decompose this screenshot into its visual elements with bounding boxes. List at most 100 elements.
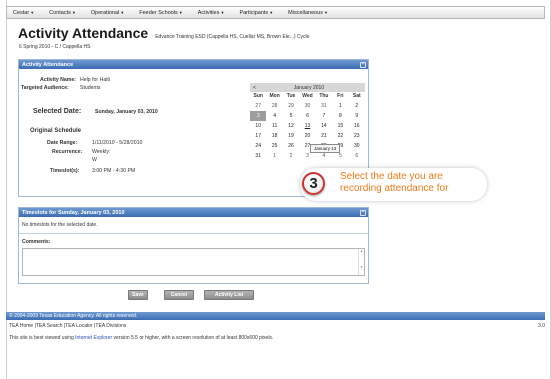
day-of-week-label: Wed bbox=[302, 93, 313, 99]
chevron-down-icon: ▼ bbox=[324, 9, 328, 15]
textarea-scrollbar[interactable]: ▲ ▼ bbox=[358, 249, 364, 275]
calendar-day[interactable]: 17 bbox=[250, 131, 266, 141]
day-of-week-label: Fri bbox=[337, 93, 344, 99]
calendar-day[interactable]: 18 bbox=[266, 131, 282, 141]
nav-label: Feeder Schools bbox=[139, 9, 178, 16]
calendar-day[interactable]: 28 bbox=[266, 101, 282, 111]
callout-text: Select the date you are recording attend… bbox=[340, 171, 449, 194]
calendar-day[interactable]: 22 bbox=[332, 131, 348, 141]
activity-name-value: Help for Haiti bbox=[80, 77, 110, 83]
chevron-down-icon: ▼ bbox=[71, 9, 76, 15]
nav-label: Miscellaneous bbox=[288, 9, 324, 16]
calendar-day[interactable]: 19 bbox=[283, 131, 299, 141]
calendar-day[interactable]: 25 bbox=[266, 141, 282, 151]
calendar-day[interactable]: 31 bbox=[316, 101, 332, 111]
calendar-day[interactable]: 9 bbox=[349, 111, 365, 121]
collapse-icon[interactable]: ⌃ bbox=[360, 61, 366, 68]
comments-textarea[interactable]: ▲ ▼ bbox=[22, 248, 365, 276]
selected-date-value: Sunday, January 03, 2010 bbox=[95, 109, 158, 115]
nav-item-cestar[interactable]: Cestar▼ bbox=[13, 10, 34, 16]
nav-item-contacts[interactable]: Contacts▼ bbox=[49, 10, 76, 16]
date-range-value: 1/11/2010 - 5/28/2010 bbox=[92, 140, 143, 146]
calendar-day[interactable]: 11 bbox=[266, 121, 282, 131]
title-row: Activity Attendance Edvance Training ESD… bbox=[18, 25, 309, 41]
calendar-day[interactable]: 2 bbox=[349, 101, 365, 111]
calendar-day-hovered[interactable]: 13 bbox=[299, 121, 315, 131]
panel-title: Activity Attendance bbox=[22, 61, 74, 68]
timeslots-value: 3:00 PM - 4:30 PM bbox=[92, 168, 136, 174]
collapse-icon[interactable]: ⌃ bbox=[360, 209, 366, 216]
calendar-day[interactable]: 27 bbox=[250, 101, 266, 111]
nav-label: Operational bbox=[90, 9, 120, 16]
nav-item-feeder-schools[interactable]: Feeder Schools▼ bbox=[139, 10, 183, 16]
calendar-day[interactable]: 31 bbox=[250, 151, 266, 161]
calendar-day[interactable]: 24 bbox=[250, 141, 266, 151]
selected-date-label: Selected Date: bbox=[33, 108, 82, 115]
chevron-down-icon: ▼ bbox=[178, 9, 183, 15]
calendar-day[interactable]: 7 bbox=[316, 111, 332, 121]
calendar-day[interactable]: 21 bbox=[316, 131, 332, 141]
cancel-button[interactable]: Cancel bbox=[164, 290, 194, 300]
calendar-day[interactable]: 23 bbox=[349, 131, 365, 141]
browser-note-text-end: version 5.5 or higher, with a screen res… bbox=[112, 335, 274, 341]
footer-links[interactable]: TEA Home |TEA Search |TEA Locator |TEA D… bbox=[9, 323, 126, 329]
calendar-day[interactable]: 6 bbox=[299, 111, 315, 121]
nav-item-miscellaneous[interactable]: Miscellaneous▼ bbox=[288, 10, 328, 16]
calendar-day[interactable]: 2 bbox=[283, 151, 299, 161]
calendar-day[interactable]: 1 bbox=[266, 151, 282, 161]
timeslots-label: Timeslot(s): bbox=[50, 168, 80, 174]
step-number-badge: 3 bbox=[302, 172, 325, 195]
chevron-down-icon: ▼ bbox=[30, 9, 35, 15]
calendar-day[interactable]: 6 bbox=[349, 151, 365, 161]
breadcrumb: 6 Spring 2010 - C / Cappella HS bbox=[19, 44, 91, 50]
calendar-day[interactable]: 30 bbox=[349, 141, 365, 151]
save-button[interactable]: Save bbox=[128, 290, 148, 300]
nav-item-activities[interactable]: Activities▼ bbox=[198, 10, 225, 16]
calendar-day[interactable]: 4 bbox=[266, 111, 282, 121]
calendar-day-selected[interactable]: 3 bbox=[250, 111, 267, 121]
day-of-week-label: Sat bbox=[352, 93, 361, 99]
calendar-day-tooltip: January 13 bbox=[310, 144, 341, 153]
chevron-down-icon: ▼ bbox=[120, 9, 125, 15]
recurrence-value: Weekly: bbox=[92, 149, 111, 155]
nav-item-operational[interactable]: Operational▼ bbox=[91, 10, 124, 16]
calendar-day[interactable]: 29 bbox=[283, 101, 299, 111]
browser-note: This site is best viewed using Internet … bbox=[9, 335, 273, 341]
calendar-day[interactable]: 12 bbox=[283, 121, 299, 131]
recurrence-day: W bbox=[92, 157, 97, 163]
calendar-month-label: January 2010 bbox=[293, 84, 325, 91]
page-subtitle: Edvance Training ESD (Cappella HS, Cuell… bbox=[155, 34, 310, 40]
calendar-day[interactable]: 26 bbox=[283, 141, 299, 151]
calendar-day[interactable]: 16 bbox=[349, 121, 365, 131]
page-title: Activity Attendance bbox=[18, 25, 149, 41]
day-of-week-label: Thu bbox=[319, 93, 329, 99]
prev-month-icon[interactable]: < bbox=[253, 85, 256, 91]
no-timeslots-message: No timeslots for the selected date. bbox=[22, 222, 98, 228]
calendar-header: < January 2010 bbox=[250, 83, 365, 92]
activity-name-label: Activity Name: bbox=[40, 77, 77, 83]
day-of-week-label: Tue bbox=[286, 93, 296, 99]
nav-label: Contacts bbox=[49, 9, 71, 16]
calendar-day[interactable]: 14 bbox=[316, 121, 332, 131]
calendar-day[interactable]: 30 bbox=[299, 101, 315, 111]
chevron-down-icon: ▼ bbox=[269, 9, 274, 15]
activity-list-button[interactable]: Activity List bbox=[204, 290, 254, 300]
calendar-day[interactable]: 15 bbox=[332, 121, 348, 131]
chevron-down-icon: ▼ bbox=[220, 9, 225, 15]
calendar-day[interactable]: 10 bbox=[250, 121, 266, 131]
calendar-day[interactable]: 1 bbox=[332, 101, 348, 111]
nav-label: Cestar bbox=[13, 9, 30, 16]
day-of-week-label: Sun bbox=[253, 93, 263, 99]
calendar-day[interactable]: 5 bbox=[283, 111, 299, 121]
calendar-day[interactable]: 20 bbox=[299, 131, 315, 141]
nav-item-participants[interactable]: Participants▼ bbox=[239, 10, 273, 16]
browser-note-text: This site is best viewed using bbox=[9, 335, 76, 341]
nav-label: Participants bbox=[239, 9, 269, 16]
panel-header: Timeslots for Sunday, January 03, 2010 ⌃ bbox=[19, 208, 368, 217]
calendar-day[interactable]: 8 bbox=[332, 111, 348, 121]
internet-explorer-link[interactable]: Internet Explorer bbox=[75, 335, 112, 341]
calendar-grid: Sun Mon Tue Wed Thu Fri Sat 27 28 29 30 … bbox=[250, 92, 365, 161]
date-picker-calendar: < January 2010 Sun Mon Tue Wed Thu Fri S… bbox=[250, 83, 365, 161]
panel-title: Timeslots for Sunday, January 03, 2010 bbox=[22, 209, 125, 216]
panel-header: Activity Attendance ⌃ bbox=[19, 60, 368, 69]
